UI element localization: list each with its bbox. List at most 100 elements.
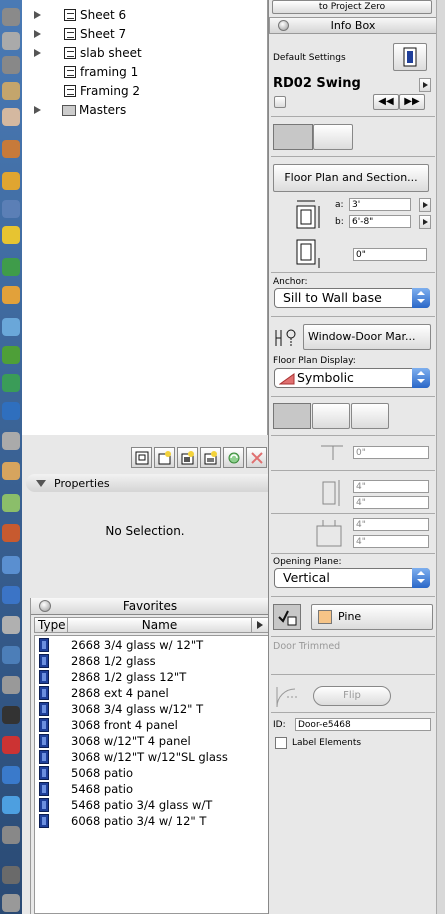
geometry-method-2-button[interactable]: [313, 124, 353, 150]
app-icon[interactable]: [2, 258, 20, 276]
app-icon[interactable]: [2, 524, 20, 542]
app-icon[interactable]: [2, 374, 20, 392]
to-project-zero-button[interactable]: to Project Zero: [272, 0, 432, 14]
app-icon[interactable]: [2, 318, 20, 336]
app-icon[interactable]: [2, 586, 20, 604]
list-item-label: 2868 ext 4 panel: [71, 686, 169, 700]
expand-triangle-icon[interactable]: [32, 29, 42, 39]
app-icon[interactable]: [2, 402, 20, 420]
app-icon[interactable]: [2, 706, 20, 724]
frame-offset-b-field[interactable]: 4": [353, 535, 429, 548]
app-icon[interactable]: [2, 866, 20, 884]
new-subset-button[interactable]: [177, 447, 198, 468]
tree-item[interactable]: Masters: [32, 101, 126, 119]
list-item[interactable]: 3068 3/4 glass w/12" T: [39, 701, 203, 717]
properties-header[interactable]: Properties: [26, 474, 268, 492]
dim-a-field[interactable]: 3': [349, 198, 411, 211]
app-icon[interactable]: [2, 616, 20, 634]
reveal-option-3-button[interactable]: [351, 403, 389, 429]
opening-plane-dropdown[interactable]: Vertical: [274, 568, 430, 588]
update-button[interactable]: [223, 447, 244, 468]
app-icon[interactable]: [2, 286, 20, 304]
sill-offset-b-field[interactable]: 4": [353, 496, 429, 509]
floor-plan-display-dropdown[interactable]: Symbolic: [274, 368, 430, 388]
new-master-button[interactable]: [200, 447, 221, 468]
app-icon[interactable]: [2, 226, 20, 244]
app-icon[interactable]: [2, 200, 20, 218]
id-field[interactable]: Door-e5468: [295, 718, 431, 731]
list-item[interactable]: 5068 patio: [39, 765, 133, 781]
anchor-dropdown[interactable]: Sill to Wall base: [274, 288, 430, 308]
app-icon[interactable]: [2, 108, 20, 126]
anchor-label: Anchor:: [273, 277, 308, 287]
surface-override-toggle[interactable]: [273, 604, 301, 630]
close-icon[interactable]: [278, 20, 289, 31]
app-icon[interactable]: [2, 8, 20, 26]
settings-dialog-button[interactable]: [393, 43, 427, 71]
list-item[interactable]: 2868 1/2 glass 12"T: [39, 669, 186, 685]
disclosure-triangle-icon[interactable]: [36, 479, 46, 487]
refresh-icon: [228, 452, 240, 464]
app-icon[interactable]: [2, 676, 20, 694]
app-icon[interactable]: [2, 826, 20, 844]
list-item[interactable]: 6068 patio 3/4 w/ 12" T: [39, 813, 206, 829]
list-item[interactable]: 2868 ext 4 panel: [39, 685, 169, 701]
floor-plan-and-section-button[interactable]: Floor Plan and Section...: [273, 164, 429, 192]
app-icon[interactable]: [2, 736, 20, 754]
close-icon[interactable]: [39, 600, 51, 612]
object-menu-arrow-icon[interactable]: [419, 78, 431, 92]
app-icon[interactable]: [2, 172, 20, 190]
column-type[interactable]: Type: [35, 618, 68, 632]
geometry-method-1-button[interactable]: [273, 124, 313, 150]
expand-triangle-icon[interactable]: [32, 105, 42, 115]
label-elements-checkbox[interactable]: [275, 737, 287, 749]
app-icon[interactable]: [2, 462, 20, 480]
app-icon[interactable]: [2, 646, 20, 664]
expand-triangle-icon[interactable]: [32, 48, 42, 58]
app-icon[interactable]: [2, 556, 20, 574]
tree-item[interactable]: Sheet 7: [32, 25, 126, 43]
expand-triangle-icon[interactable]: [32, 10, 42, 20]
dim-a-menu-arrow-icon[interactable]: [419, 198, 431, 212]
app-icon[interactable]: [2, 82, 20, 100]
reveal-depth-field[interactable]: 0": [353, 446, 429, 459]
tree-item[interactable]: slab sheet: [32, 44, 142, 62]
reveal-option-2-button[interactable]: [312, 403, 350, 429]
next-button[interactable]: ▶▶: [399, 94, 425, 110]
list-item[interactable]: 2668 3/4 glass w/ 12"T: [39, 637, 203, 653]
column-name[interactable]: Name: [68, 618, 252, 632]
app-icon[interactable]: [2, 432, 20, 450]
new-folder-button[interactable]: [154, 447, 175, 468]
app-icon[interactable]: [2, 140, 20, 158]
flip-button[interactable]: Flip: [313, 686, 391, 706]
dim-b-menu-arrow-icon[interactable]: [419, 215, 431, 229]
list-item[interactable]: 5468 patio 3/4 glass w/T: [39, 797, 212, 813]
app-icon[interactable]: [2, 894, 20, 912]
sill-offset-a-field[interactable]: 4": [353, 480, 429, 493]
list-item[interactable]: 3068 w/12"T w/12"SL glass: [39, 749, 228, 765]
app-icon[interactable]: [2, 766, 20, 784]
tree-item[interactable]: Framing 2: [64, 82, 140, 100]
app-icon[interactable]: [2, 494, 20, 512]
marker-popup-button[interactable]: Window-Door Mar...: [303, 324, 431, 350]
app-icon[interactable]: [2, 796, 20, 814]
list-item[interactable]: 3068 front 4 panel: [39, 717, 178, 733]
new-layout-button[interactable]: [131, 447, 152, 468]
dim-b-field[interactable]: 6'-8": [349, 215, 411, 228]
list-item[interactable]: 3068 w/12"T 4 panel: [39, 733, 191, 749]
delete-button[interactable]: [246, 447, 267, 468]
material-popup-button[interactable]: Pine: [311, 604, 433, 630]
list-item[interactable]: 5468 patio: [39, 781, 133, 797]
app-icon[interactable]: [2, 56, 20, 74]
elevation-field[interactable]: 0": [353, 248, 427, 261]
tree-item[interactable]: framing 1: [64, 63, 138, 81]
app-icon[interactable]: [2, 346, 20, 364]
app-icon[interactable]: [2, 32, 20, 50]
list-item[interactable]: 2868 1/2 glass: [39, 653, 156, 669]
frame-offset-a-field[interactable]: 4": [353, 518, 429, 531]
tree-item[interactable]: Sheet 6: [32, 6, 126, 24]
column-menu-arrow-icon[interactable]: [252, 618, 268, 632]
small-square-button[interactable]: [274, 96, 286, 108]
reveal-option-1-button[interactable]: [273, 403, 311, 429]
previous-button[interactable]: ◀◀: [373, 94, 399, 110]
